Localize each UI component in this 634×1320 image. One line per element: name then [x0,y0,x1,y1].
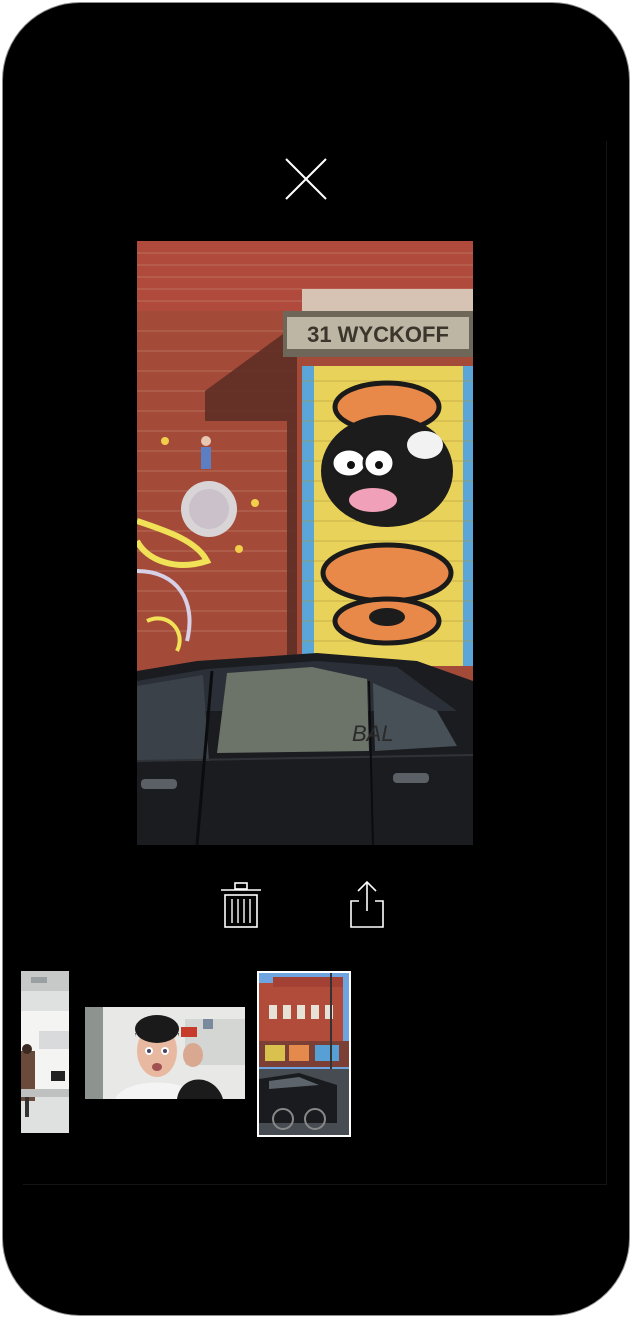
trash-icon [221,882,261,928]
thumbnail-selfie-photo[interactable] [85,1007,245,1099]
main-photo: 31 WYCKOFF BAL [137,241,473,845]
share-button[interactable] [345,879,389,931]
thumbnail-street-building-photo[interactable] [257,971,351,1137]
share-icon [350,880,384,928]
sign-text: 31 WYCKOFF [307,322,449,347]
thumbnail-office-photo[interactable] [21,971,69,1133]
mural-tag-text: BAL [352,721,394,746]
phone-frame: 31 WYCKOFF BAL [2,2,630,1316]
delete-button[interactable] [219,881,263,933]
close-button[interactable] [282,155,330,203]
close-icon [285,158,327,200]
